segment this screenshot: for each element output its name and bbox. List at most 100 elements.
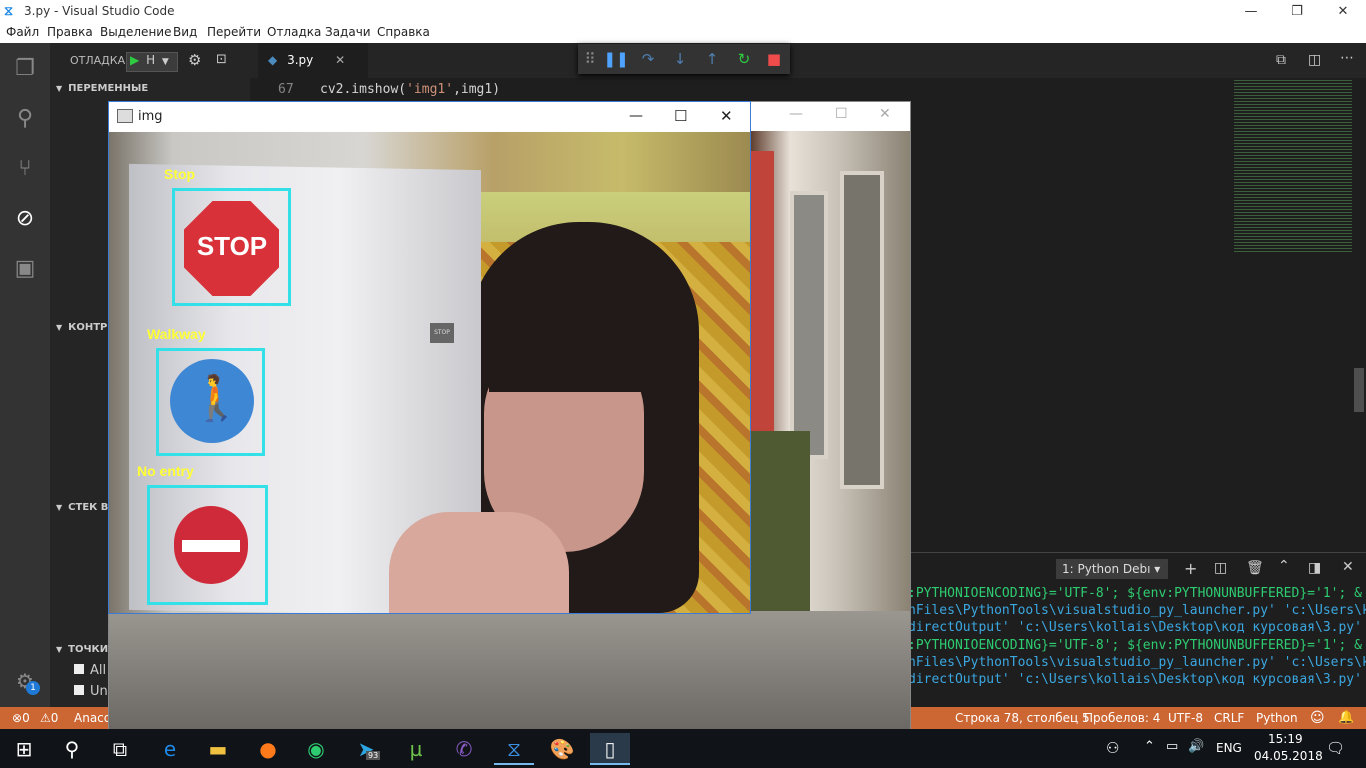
- clock-time[interactable]: 15:19: [1268, 732, 1303, 746]
- utorrent-icon[interactable]: µ: [396, 733, 436, 765]
- tray-chevron-icon[interactable]: ⌃: [1144, 739, 1155, 754]
- language-mode[interactable]: Python: [1256, 707, 1298, 729]
- paint-icon[interactable]: 🎨: [542, 733, 582, 765]
- chrome-icon[interactable]: ◉: [296, 733, 336, 765]
- search-icon[interactable]: ⚲: [52, 733, 92, 765]
- more-actions-icon[interactable]: ⋯: [1340, 50, 1354, 66]
- people-icon[interactable]: ⚇: [1106, 739, 1119, 757]
- camera-frame: Stop STOP Walkway 🚶 No entry STOP: [109, 132, 750, 613]
- errors-indicator[interactable]: ⊗ 0: [12, 707, 30, 729]
- split-terminal-icon[interactable]: ◫: [1214, 560, 1227, 576]
- menu-go[interactable]: Перейти: [207, 25, 261, 39]
- checkbox[interactable]: [74, 685, 84, 695]
- chevron-up-icon[interactable]: ⌃: [1278, 558, 1290, 574]
- breakpoint-uncaught-label: Un: [90, 684, 108, 699]
- action-center-icon[interactable]: 🗨: [1326, 739, 1345, 757]
- windows-start-icon[interactable]: ⊞: [4, 733, 44, 765]
- new-terminal-icon[interactable]: +: [1184, 559, 1197, 578]
- cursor-position[interactable]: Строка 78, столбец 5: [955, 707, 1090, 729]
- section-variables[interactable]: ▼ ПЕРЕМЕННЫЕ: [50, 78, 250, 100]
- line-ending[interactable]: CRLF: [1214, 707, 1244, 729]
- pause-icon[interactable]: ❚❚: [600, 44, 632, 74]
- firefox-icon[interactable]: ●: [248, 733, 288, 765]
- clock-date[interactable]: 04.05.2018: [1254, 749, 1323, 763]
- debug-settings-icon[interactable]: ⚙: [188, 51, 201, 69]
- settings-gear-icon[interactable]: ⚙: [0, 657, 50, 705]
- open-changes-icon[interactable]: ⧉: [1276, 52, 1286, 68]
- telegram-badge: 93: [366, 751, 381, 760]
- step-into-icon[interactable]: ↓: [664, 44, 696, 74]
- maximize-button[interactable]: ❐: [1274, 0, 1320, 23]
- feedback-smiley-icon[interactable]: ☺: [1310, 707, 1325, 729]
- minimize-button[interactable]: —: [629, 108, 643, 124]
- warnings-indicator[interactable]: ⚠ 0: [40, 707, 58, 729]
- indentation[interactable]: Пробелов: 4: [1084, 707, 1160, 729]
- tab-close-icon[interactable]: ✕: [335, 53, 345, 67]
- minimap-code: [1234, 78, 1352, 253]
- toggle-panel-icon[interactable]: ◨: [1308, 560, 1321, 576]
- volume-icon[interactable]: 🔊: [1188, 739, 1204, 754]
- encoding[interactable]: UTF-8: [1168, 707, 1203, 729]
- img-window[interactable]: img — ☐ ✕ Stop STOP Walkway 🚶 No entry S…: [108, 101, 751, 614]
- close-button[interactable]: ✕: [720, 107, 733, 125]
- debug-console-icon[interactable]: ⊡: [216, 52, 227, 67]
- title-bar: ⧖ 3.py - Visual Studio Code — ❐ ✕: [0, 0, 1366, 23]
- menu-selection[interactable]: Выделение: [100, 25, 171, 39]
- terminal-select[interactable]: 1: Python Debı ▾: [1056, 559, 1168, 579]
- notification-bell-icon[interactable]: 🔔: [1338, 707, 1354, 729]
- file-explorer-icon[interactable]: ▬: [198, 733, 238, 765]
- breakpoint-uncaught[interactable]: Un: [74, 684, 108, 699]
- minimize-button[interactable]: —: [1228, 0, 1274, 23]
- menu-tasks[interactable]: Задачи: [325, 25, 371, 39]
- debug-header-title: ОТЛАДКА: [70, 54, 126, 67]
- edge-browser-icon[interactable]: e: [150, 733, 190, 765]
- img-window-titlebar[interactable]: img — ☐ ✕: [109, 102, 750, 132]
- source-control-icon[interactable]: ⑂: [0, 145, 50, 193]
- restart-icon[interactable]: ↻: [728, 44, 760, 74]
- close-panel-icon[interactable]: ✕: [1342, 559, 1354, 575]
- checkbox[interactable]: [74, 664, 84, 674]
- stop-sign-text: STOP: [196, 231, 268, 261]
- start-debug-icon[interactable]: ▶: [130, 53, 139, 67]
- menu-file[interactable]: Файл: [6, 25, 39, 39]
- interpreter-label[interactable]: Anaco: [74, 707, 111, 729]
- grass-area: [750, 431, 810, 611]
- code-line: cv2.imshow('img1',img1): [320, 82, 500, 97]
- image-viewer-icon[interactable]: ▯: [590, 733, 630, 765]
- close-button[interactable]: ✕: [879, 106, 891, 122]
- language-indicator[interactable]: ENG: [1216, 741, 1242, 755]
- step-out-icon[interactable]: ↑: [696, 44, 728, 74]
- drag-handle-icon[interactable]: ⠿: [578, 44, 602, 74]
- no-entry-bar: [182, 540, 240, 552]
- scrollbar-thumb[interactable]: [1354, 368, 1364, 412]
- maximize-button[interactable]: ☐: [674, 107, 687, 125]
- breakpoint-all[interactable]: All: [74, 663, 106, 678]
- viber-icon[interactable]: ✆: [444, 733, 484, 765]
- task-view-icon[interactable]: ⧉: [100, 733, 140, 765]
- debug-config-select[interactable]: ▶ Н ▼: [126, 52, 178, 72]
- editor-scrollbar[interactable]: [1352, 78, 1366, 552]
- menu-edit[interactable]: Правка: [47, 25, 93, 39]
- telegram-icon[interactable]: ➤: [346, 733, 386, 765]
- close-button[interactable]: ✕: [1320, 0, 1366, 23]
- battery-icon[interactable]: ▭: [1166, 739, 1178, 754]
- extensions-icon[interactable]: ▣: [0, 245, 50, 293]
- menu-view[interactable]: Вид: [173, 25, 197, 39]
- debug-icon[interactable]: ⊘: [0, 195, 50, 243]
- window-frame: [840, 171, 884, 489]
- search-icon[interactable]: ⚲: [0, 95, 50, 143]
- menu-debug[interactable]: Отладка: [267, 25, 321, 39]
- step-over-icon[interactable]: ↷: [632, 44, 664, 74]
- tab-3py[interactable]: ◆ 3.py ✕: [258, 43, 368, 78]
- terminal-line: directOutput' 'c:\Users\kollais\Desktop\…: [908, 672, 1362, 687]
- stop-icon[interactable]: ■: [758, 44, 790, 74]
- menu-help[interactable]: Справка: [377, 25, 430, 39]
- explorer-icon[interactable]: ❐: [0, 45, 50, 93]
- terminal-select-value: 1: Python Debı: [1062, 562, 1151, 576]
- minimize-button[interactable]: —: [789, 106, 803, 122]
- kill-terminal-icon[interactable]: 🗑: [1246, 560, 1264, 576]
- split-editor-icon[interactable]: ◫: [1308, 52, 1321, 68]
- maximize-button[interactable]: ☐: [835, 106, 848, 122]
- vscode-taskbar-icon[interactable]: ⧖: [494, 733, 534, 765]
- minimap[interactable]: [1234, 78, 1352, 552]
